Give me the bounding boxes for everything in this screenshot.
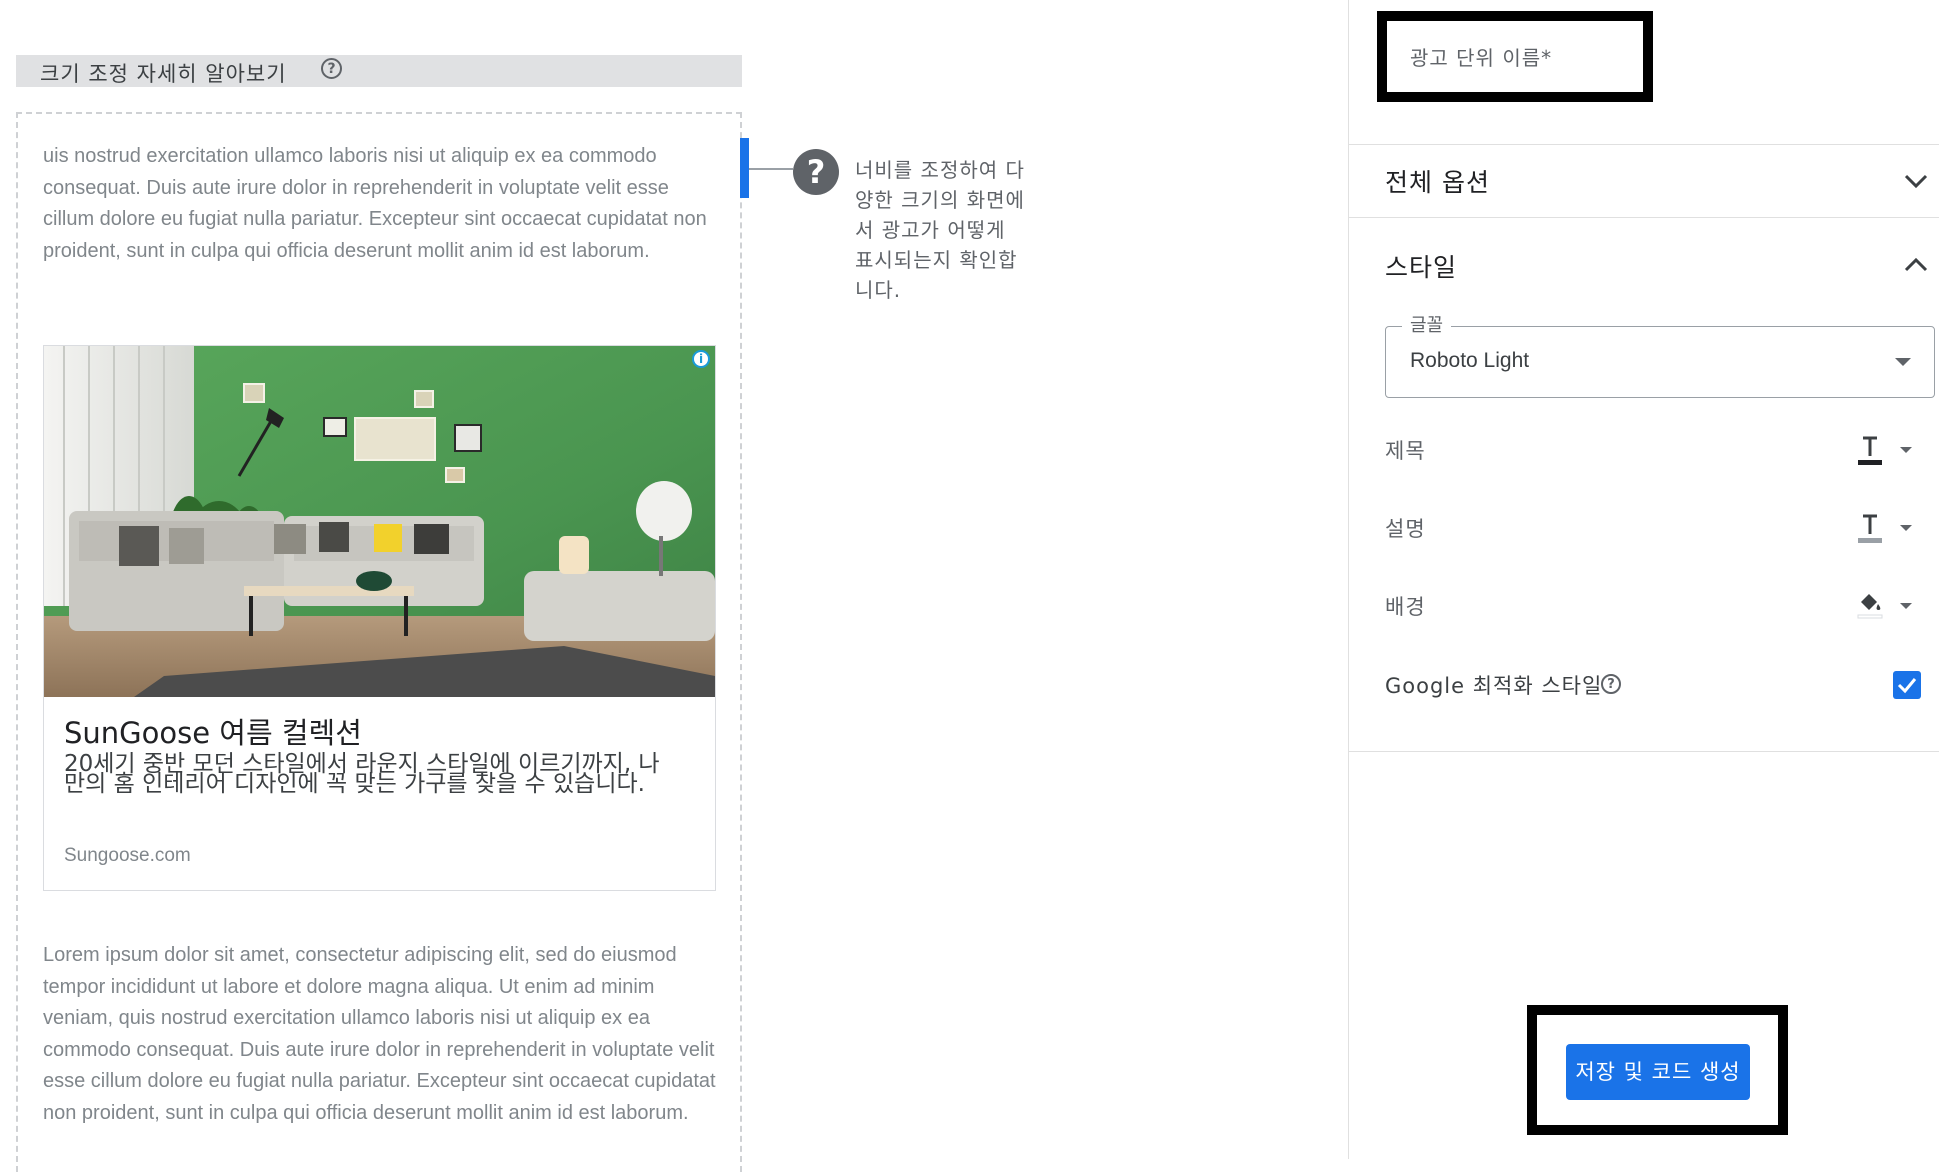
help-icon[interactable]: ? [321,58,342,79]
style-section-header[interactable]: 스타일 [1385,248,1457,284]
chevron-up-icon[interactable] [1903,252,1929,278]
resize-tooltip-text: 너비를 조정하여 다양한 크기의 화면에서 광고가 어떻게 표시되는지 확인합니… [855,158,1025,302]
chevron-down-icon[interactable] [1903,168,1929,194]
text-color-icon[interactable] [1857,436,1883,466]
panel-divider [1348,0,1349,1159]
description-style-label: 설명 [1385,517,1426,541]
font-select-label: 글꼴 [1402,311,1452,337]
all-options-header[interactable]: 전체 옵션 [1385,163,1490,199]
text-color-icon[interactable] [1857,514,1883,544]
divider [1349,144,1939,145]
save-and-generate-code-button[interactable]: 저장 및 코드 생성 [1566,1044,1750,1100]
dropdown-arrow-icon[interactable] [1900,525,1912,531]
resize-learn-more-link[interactable]: 크기 조정 자세히 알아보기 [40,58,287,88]
font-select-value[interactable]: Roboto Light [1410,349,1529,373]
fill-color-icon[interactable] [1857,590,1883,620]
question-icon: ? [793,149,839,195]
tooltip-connector [749,168,793,170]
native-ad-card[interactable]: i SunGoose 여름 컬렉션 20세기 중반 모던 스타일에서 라운지 스… [43,345,716,891]
dropdown-arrow-icon[interactable] [1900,447,1912,453]
help-icon[interactable]: ? [1601,674,1621,694]
title-style-label: 제목 [1385,439,1426,463]
dropdown-arrow-icon[interactable] [1895,358,1911,366]
ad-headline: SunGoose 여름 컬렉션 [64,716,362,750]
divider [1349,217,1939,218]
dropdown-arrow-icon[interactable] [1900,603,1912,609]
resize-handle[interactable] [740,138,749,198]
ad-info-icon[interactable]: i [692,350,710,368]
background-style-label: 배경 [1385,595,1426,619]
ad-description: 20세기 중반 모던 스타일에서 라운지 스타일에 이르기까지, 나만의 홈 인… [64,751,660,797]
placeholder-text-top: uis nostrud exercitation ullamco laboris… [43,145,707,262]
ad-display-url: Sungoose.com [64,845,191,866]
placeholder-text-bottom: Lorem ipsum dolor sit amet, consectetur … [43,944,716,1124]
google-optimized-checkbox[interactable] [1893,671,1921,699]
google-optimized-style-label: Google 최적화 스타일 [1385,674,1603,698]
ad-image [44,346,715,697]
divider [1349,751,1939,752]
ad-unit-name-input[interactable]: 광고 단위 이름* [1410,42,1552,71]
